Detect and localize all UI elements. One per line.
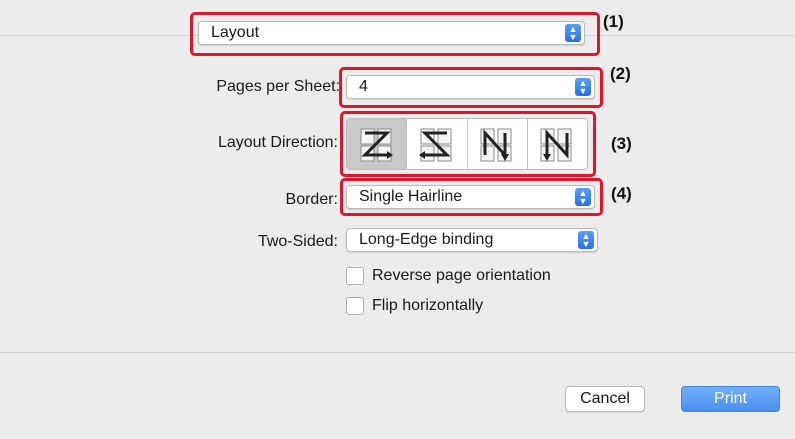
reverse-page-orientation-checkbox[interactable] — [346, 267, 364, 285]
flip-horizontally-checkbox[interactable] — [346, 297, 364, 315]
bottom-separator — [0, 352, 795, 353]
two-sided-label: Two-Sided: — [257, 233, 338, 250]
layout-n-reverse-icon — [480, 128, 512, 162]
two-sided-value: Long-Edge binding — [359, 231, 494, 248]
layout-n-icon — [540, 128, 572, 162]
layout-z-icon — [360, 128, 393, 162]
layout-direction-control[interactable] — [346, 118, 588, 170]
pages-per-sheet-value: 4 — [359, 78, 368, 95]
border-value: Single Hairline — [359, 188, 463, 205]
flip-horizontally-label: Flip horizontally — [372, 297, 484, 314]
layout-direction-label: Layout Direction: — [217, 134, 338, 151]
layout-direction-n[interactable] — [528, 119, 587, 169]
layout-s-icon — [418, 128, 452, 162]
settings-popup[interactable]: Layout ▲ ▼ — [198, 21, 585, 45]
layout-direction-z[interactable] — [347, 119, 408, 169]
print-button[interactable]: Print — [681, 386, 780, 412]
chevron-updown-icon: ▲ ▼ — [578, 231, 594, 249]
callout-3: (3) — [611, 134, 632, 153]
callout-4: (4) — [611, 184, 632, 203]
callout-1: (1) — [603, 12, 624, 31]
chevron-updown-icon: ▲ ▼ — [575, 188, 591, 206]
cancel-button[interactable]: Cancel — [565, 386, 645, 412]
border-label: Border: — [285, 191, 338, 208]
chevron-updown-icon: ▲ ▼ — [575, 78, 591, 96]
chevron-updown-icon: ▲ ▼ — [565, 24, 581, 42]
pages-per-sheet-label: Pages per Sheet: — [216, 78, 340, 95]
callout-2: (2) — [610, 64, 631, 83]
border-select[interactable]: Single Hairline ▲ ▼ — [346, 185, 595, 209]
pages-per-sheet-select[interactable]: 4 ▲ ▼ — [346, 75, 595, 99]
two-sided-select[interactable]: Long-Edge binding ▲ ▼ — [346, 228, 598, 252]
layout-direction-s[interactable] — [407, 119, 468, 169]
reverse-page-orientation-label: Reverse page orientation — [372, 267, 551, 284]
layout-direction-n-reverse[interactable] — [468, 119, 528, 169]
settings-popup-value: Layout — [211, 24, 260, 41]
